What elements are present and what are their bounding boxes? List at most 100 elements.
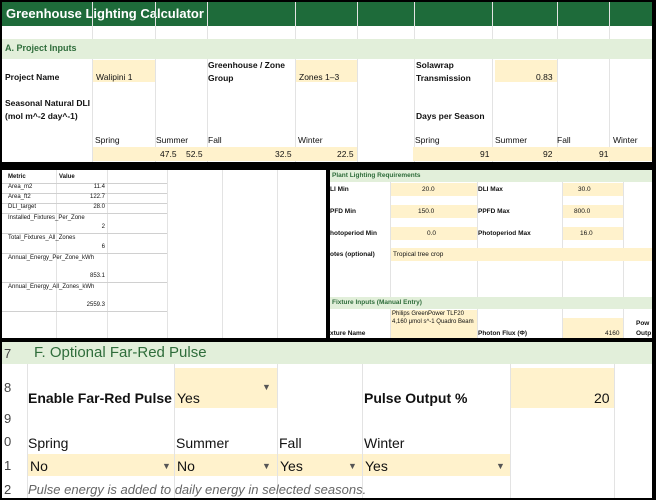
dli-value-winter: 22.5 [337, 149, 354, 159]
days-value-summer: 92 [543, 149, 553, 159]
zone-group-value: Zones 1–3 [299, 72, 340, 82]
dli-season-spring: Spring [95, 135, 120, 145]
notes-value: Tropical tree crop [393, 251, 444, 258]
days-value-spring: 91 [480, 149, 490, 159]
metric-value: 6 [101, 244, 105, 250]
table-row: Area_m2 11.4 [2, 184, 167, 194]
days-season-spring: Spring [415, 135, 440, 145]
notes-label: otes (optional) [330, 251, 375, 258]
far-red-pulse-panel: F. Optional Far-Red Pulse 7 8 9 0 1 2 En… [2, 342, 652, 498]
page-title: Greenhouse Lighting Calculator [6, 6, 204, 21]
row-number: 2 [4, 482, 12, 497]
table-row: Area_ft2 122.7 [2, 194, 167, 204]
solawrap-label-line1: Solawrap [416, 60, 454, 70]
season-winter-label: Winter [364, 435, 405, 451]
project-name-label: Project Name [5, 72, 60, 82]
metric-value: 11.4 [93, 184, 105, 190]
dli-label-line1: Seasonal Natural DLI [5, 98, 91, 108]
zone-group-label-line2: Group [208, 73, 234, 83]
dli-season-winter: Winter [298, 135, 323, 145]
dli-min-value: 20.0 [422, 186, 435, 193]
table-row: Annual_Energy_All_Zones_kWh 2559.3 [2, 283, 167, 312]
season-spring-label: Spring [28, 435, 69, 451]
days-per-season-label: Days per Season [416, 111, 485, 121]
photoperiod-min-value: 0.0 [427, 230, 437, 237]
dli-value-fall: 32.5 [275, 149, 292, 159]
enable-far-red-label: Enable Far-Red Pulse [28, 390, 172, 406]
table-row: DLI_target 28.0 [2, 204, 167, 214]
fixture-name-value: Philips GreenPower TLF20 4,160 μmol s^-1… [392, 311, 474, 325]
pulse-output-label: Pulse Output % [364, 390, 468, 406]
ppfd-min-value: 150.0 [418, 208, 435, 215]
section-heading: A. Project Inputs [5, 43, 77, 53]
dropdown-arrow-icon[interactable]: ▼ [162, 461, 171, 471]
section-heading: F. Optional Far-Red Pulse [34, 344, 207, 361]
dli-max-input[interactable] [563, 183, 623, 196]
metric-key: Total_Fixtures_All_Zones [8, 235, 76, 241]
metric-value: 28.0 [93, 204, 105, 210]
metric-key: Installed_Fixtures_Per_Zone [8, 215, 85, 221]
solawrap-label-line2: Transmission [416, 73, 471, 83]
row-number: 0 [4, 434, 12, 449]
row-number: 8 [4, 380, 12, 395]
table-header: Metric Value [2, 174, 167, 184]
winter-pulse-value: Yes [365, 458, 388, 474]
dli-label-line2: (mol m^-2 day^-1) [5, 111, 78, 121]
ppfd-max-value: 800.0 [574, 208, 591, 215]
project-inputs-panel: Greenhouse Lighting Calculator A. Projec… [2, 2, 652, 162]
zone-group-label-line1: Greenhouse / Zone [208, 60, 285, 70]
dropdown-arrow-icon[interactable]: ▼ [348, 461, 357, 471]
project-name-value: Walipini 1 [96, 72, 133, 82]
days-values-row[interactable] [413, 147, 652, 161]
photoperiod-max-label: Photoperiod Max [478, 230, 531, 237]
ppfd-min-label: PFD Min [330, 208, 356, 215]
fixture-name-label: xture Name [330, 330, 366, 337]
days-season-winter: Winter [613, 135, 638, 145]
dli-values-row[interactable] [93, 147, 357, 161]
metric-value: 2559.3 [86, 302, 105, 308]
dropdown-arrow-icon[interactable]: ▼ [496, 461, 505, 471]
days-season-fall: Fall [557, 135, 571, 145]
solawrap-value: 0.83 [536, 72, 553, 82]
metric-header: Metric [8, 174, 26, 180]
photon-flux-label: Photon Flux (Φ) [478, 330, 528, 337]
dropdown-arrow-icon[interactable]: ▼ [262, 382, 271, 392]
pulse-energy-note: Pulse energy is added to daily energy in… [28, 482, 367, 497]
plant-requirements-panel: Plant Lighting Requirements LI Min 20.0 … [330, 170, 652, 338]
summer-pulse-value: No [177, 458, 195, 474]
photoperiod-max-value: 16.0 [580, 230, 593, 237]
metrics-panel: Metric Value Area_m2 11.4 Area_ft2 122.7… [2, 170, 326, 338]
metric-value: 853.1 [89, 273, 105, 279]
table-row: Annual_Energy_Per_Zone_kWh 853.1 [2, 254, 167, 283]
section-heading-fixture-inputs: Fixture Inputs (Manual Entry) [332, 299, 422, 306]
ppfd-max-input[interactable] [563, 205, 623, 218]
days-season-summer: Summer [495, 135, 528, 145]
spring-pulse-value: No [30, 458, 48, 474]
ppfd-max-label: PPFD Max [478, 208, 510, 215]
metric-key: Area_ft2 [8, 194, 31, 200]
photon-flux-value: 4160 [605, 330, 620, 337]
dli-value-summer: 52.5 [186, 149, 203, 159]
value-header: Value [59, 174, 75, 180]
season-fall-label: Fall [279, 435, 302, 451]
photoperiod-max-input[interactable] [563, 227, 623, 240]
power-label-line1: Pow [636, 320, 650, 327]
dropdown-arrow-icon[interactable]: ▼ [262, 461, 271, 471]
spring-pulse-dropdown[interactable] [28, 454, 174, 476]
row-number: 7 [4, 346, 12, 361]
dli-season-summer: Summer [156, 135, 189, 145]
dli-season-fall: Fall [208, 135, 222, 145]
metric-value: 122.7 [89, 194, 105, 200]
season-summer-label: Summer [176, 435, 229, 451]
metric-key: DLI_target [8, 204, 37, 210]
section-heading-plant-lighting: Plant Lighting Requirements [332, 172, 421, 179]
row-number: 1 [4, 458, 12, 473]
dli-min-label: LI Min [330, 186, 349, 193]
enable-far-red-value: Yes [177, 390, 200, 406]
fall-pulse-value: Yes [280, 458, 303, 474]
metric-key: Annual_Energy_Per_Zone_kWh [8, 255, 95, 261]
days-value-fall: 91 [599, 149, 609, 159]
photoperiod-min-label: hotoperiod Min [330, 230, 377, 237]
metric-value: 2 [101, 224, 105, 230]
power-label-line2: Outp [636, 330, 652, 337]
